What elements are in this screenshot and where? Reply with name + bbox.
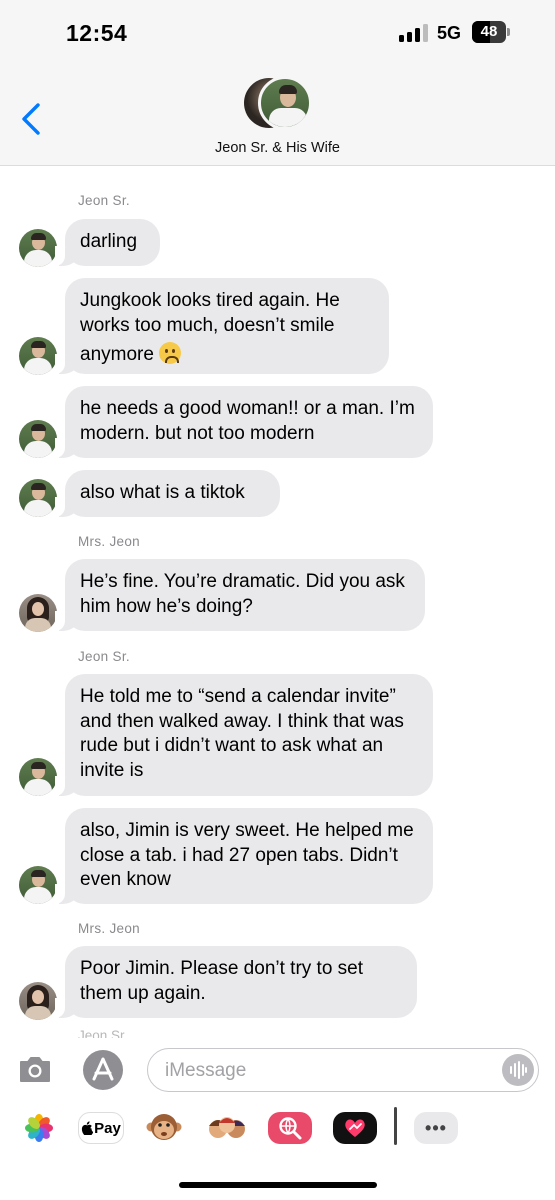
message-input-placeholder: iMessage xyxy=(165,1060,247,1081)
message-input[interactable]: iMessage xyxy=(147,1048,539,1092)
sender-name: Mrs. Jeon xyxy=(78,534,140,549)
digital-touch-icon[interactable] xyxy=(333,1112,377,1144)
photos-icon[interactable] xyxy=(17,1112,61,1144)
more-icon[interactable]: ••• xyxy=(414,1112,458,1144)
message-bubble[interactable]: also, Jimin is very sweet. He helped me … xyxy=(55,808,433,904)
jeon-sr-avatar xyxy=(19,866,57,904)
web-search-icon[interactable] xyxy=(268,1112,312,1144)
memoji-icon[interactable] xyxy=(205,1112,249,1144)
back-chevron-icon[interactable] xyxy=(18,102,44,136)
group-avatar[interactable] xyxy=(244,76,312,132)
jeon-sr-avatar xyxy=(19,337,57,375)
jeon-sr-avatar xyxy=(19,229,57,267)
message-bubble[interactable]: darling xyxy=(55,219,160,266)
conversation-title[interactable]: Jeon Sr. & His Wife xyxy=(0,140,555,156)
jeon-sr-avatar xyxy=(19,479,57,517)
app-drawer: Pay ••• xyxy=(0,1102,555,1162)
frowning-face-emoji-icon xyxy=(159,342,182,364)
sender-name: Jeon Sr. xyxy=(78,193,130,208)
mrs-jeon-avatar xyxy=(19,982,57,1020)
sender-name: Jeon Sr. xyxy=(78,1028,128,1038)
jeon-sr-avatar xyxy=(19,758,57,796)
monkey-emoji-icon[interactable] xyxy=(142,1112,186,1144)
network-type: 5G xyxy=(437,23,462,43)
battery-icon: 48 xyxy=(472,21,510,43)
apple-pay-icon[interactable]: Pay xyxy=(78,1112,124,1144)
audio-waveform-icon[interactable] xyxy=(502,1054,534,1086)
apple-logo-icon xyxy=(82,1121,94,1135)
sender-name: Jeon Sr. xyxy=(78,649,130,664)
message-bubble[interactable]: Jungkook looks tired again. He works too… xyxy=(55,278,389,374)
status-bar: 12:54 5G 48 xyxy=(0,0,555,64)
sender-name: Mrs. Jeon xyxy=(78,921,140,936)
message-bubble[interactable]: Poor Jimin. Please don’t try to set them… xyxy=(55,946,417,1018)
message-bubble[interactable]: also what is a tiktok xyxy=(55,470,280,517)
conversation-header: Jeon Sr. & His Wife xyxy=(0,64,555,166)
home-indicator[interactable] xyxy=(179,1182,377,1188)
compose-bar: iMessage xyxy=(0,1040,555,1102)
jeon-sr-avatar xyxy=(258,76,312,130)
message-bubble[interactable]: he needs a good woman!! or a man. I’m mo… xyxy=(55,386,433,458)
message-bubble[interactable]: He’s fine. You’re dramatic. Did you ask … xyxy=(55,559,425,631)
camera-icon[interactable] xyxy=(18,1055,52,1083)
status-time: 12:54 xyxy=(66,20,128,46)
mrs-jeon-avatar xyxy=(19,594,57,632)
jeon-sr-avatar xyxy=(19,420,57,458)
cellular-signal-icon xyxy=(399,24,429,42)
message-bubble[interactable]: He told me to “send a calendar invite” a… xyxy=(55,674,433,796)
app-store-icon[interactable] xyxy=(83,1050,123,1090)
battery-level: 48 xyxy=(480,23,498,40)
apple-pay-label: Pay xyxy=(94,1119,121,1137)
drawer-separator xyxy=(394,1107,397,1145)
